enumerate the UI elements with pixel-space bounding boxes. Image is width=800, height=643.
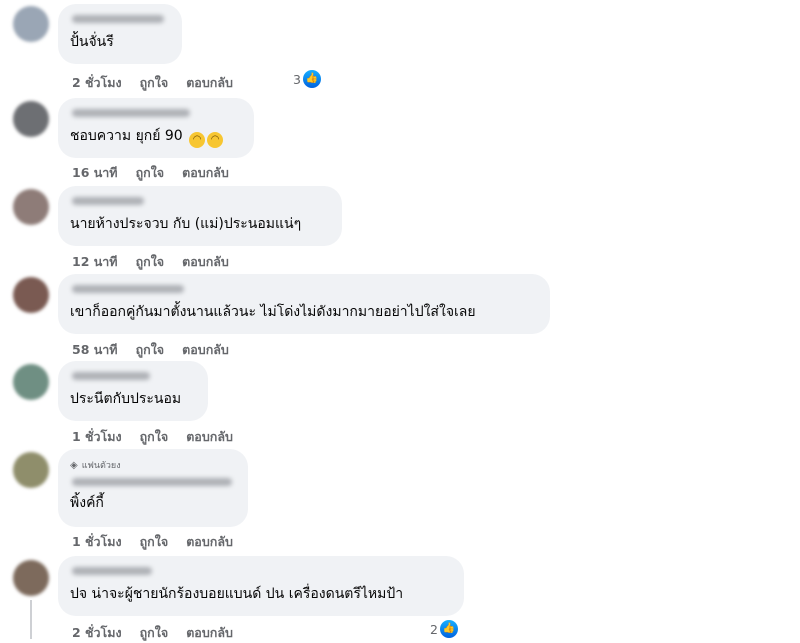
timestamp[interactable]: 2 ชั่วโมง	[72, 73, 122, 93]
avatar[interactable]	[13, 364, 49, 400]
comment-text: ชอบความ ยุกย์ 90 ◠ ◠	[70, 127, 242, 148]
reaction-count[interactable]: 3 👍	[293, 70, 321, 88]
comment-actions: 2 ชั่วโมง ถูกใจ ตอบกลับ	[72, 623, 251, 643]
comment-text: นายห้างประจวบ กับ (แม่)ประนอมแน่ๆ	[70, 216, 302, 232]
reply-button[interactable]: ตอบกลับ	[182, 252, 229, 272]
comment-bubble: ประนีตกับประนอม	[58, 361, 208, 421]
reply-button[interactable]: ตอบกลับ	[186, 532, 233, 552]
timestamp[interactable]: 1 ชั่วโมง	[72, 532, 122, 552]
timestamp[interactable]: 16 นาที	[72, 163, 118, 183]
like-button[interactable]: ถูกใจ	[140, 532, 169, 552]
comment-text: ปจ น่าจะผู้ชายนักร้องบอยแบนด์ ปน เครื่อง…	[70, 586, 404, 602]
comment-bubble: เขาก็ออกคู่กันมาตั้งนานแล้วนะ ไม่โด่งไม่…	[58, 274, 550, 334]
reply-button[interactable]: ตอบกลับ	[186, 427, 233, 447]
top-fan-badge: ◈ แฟนตัวยง	[70, 458, 236, 472]
comment-actions: 58 นาที ถูกใจ ตอบกลับ	[72, 340, 247, 360]
thumbs-up-icon: 👍	[439, 620, 458, 638]
reply-button[interactable]: ตอบกลับ	[186, 623, 233, 643]
grin-sweat-emoji-icon: ◠	[207, 132, 224, 148]
comment-actions: 1 ชั่วโมง ถูกใจ ตอบกลับ	[72, 532, 251, 552]
like-button[interactable]: ถูกใจ	[136, 340, 165, 360]
thumbs-up-icon: 👍	[302, 70, 321, 88]
avatar[interactable]	[13, 277, 49, 313]
avatar[interactable]	[13, 6, 49, 42]
author-name-blurred[interactable]	[72, 372, 150, 380]
grin-sweat-emoji-icon: ◠	[189, 132, 206, 148]
reaction-number: 3	[293, 71, 301, 87]
author-name-blurred[interactable]	[72, 478, 232, 486]
reaction-count[interactable]: 2 👍	[430, 620, 458, 638]
avatar[interactable]	[13, 101, 49, 137]
comment-bubble: ปั้นจั่นรี	[58, 4, 182, 64]
like-button[interactable]: ถูกใจ	[140, 623, 169, 643]
timestamp[interactable]: 58 นาที	[72, 340, 118, 360]
comment-actions: 16 นาที ถูกใจ ตอบกลับ	[72, 163, 247, 183]
comment-bubble: ◈ แฟนตัวยง พิ้งค์กี้	[58, 449, 248, 527]
comment-bubble: ปจ น่าจะผู้ชายนักร้องบอยแบนด์ ปน เครื่อง…	[58, 556, 464, 616]
timestamp[interactable]: 2 ชั่วโมง	[72, 623, 122, 643]
author-name-blurred[interactable]	[72, 567, 152, 575]
badge-label: แฟนตัวยง	[81, 461, 121, 471]
avatar[interactable]	[13, 189, 49, 225]
timestamp[interactable]: 12 นาที	[72, 252, 118, 272]
like-button[interactable]: ถูกใจ	[140, 427, 169, 447]
author-name-blurred[interactable]	[72, 285, 184, 293]
comment-bubble: ชอบความ ยุกย์ 90 ◠ ◠	[58, 98, 254, 158]
comment-text: ปั้นจั่นรี	[70, 34, 114, 50]
comment-bubble: นายห้างประจวบ กับ (แม่)ประนอมแน่ๆ	[58, 186, 342, 246]
like-button[interactable]: ถูกใจ	[140, 73, 169, 93]
comment-actions: 1 ชั่วโมง ถูกใจ ตอบกลับ	[72, 427, 251, 447]
reply-button[interactable]: ตอบกลับ	[186, 73, 233, 93]
thread-line	[30, 600, 32, 639]
timestamp[interactable]: 1 ชั่วโมง	[72, 427, 122, 447]
reply-button[interactable]: ตอบกลับ	[182, 163, 229, 183]
comment-actions: 12 นาที ถูกใจ ตอบกลับ	[72, 252, 247, 272]
avatar[interactable]	[13, 452, 49, 488]
comment-text-content: ชอบความ ยุกย์ 90	[70, 128, 183, 144]
diamond-icon: ◈	[70, 459, 78, 471]
comment-actions: 2 ชั่วโมง ถูกใจ ตอบกลับ	[72, 73, 251, 93]
author-name-blurred[interactable]	[72, 197, 144, 205]
comment-text: ประนีตกับประนอม	[70, 391, 182, 407]
reaction-number: 2	[430, 621, 438, 637]
author-name-blurred[interactable]	[72, 109, 190, 117]
like-button[interactable]: ถูกใจ	[136, 252, 165, 272]
comment-text: เขาก็ออกคู่กันมาตั้งนานแล้วนะ ไม่โด่งไม่…	[70, 304, 476, 320]
author-name-blurred[interactable]	[72, 15, 164, 23]
reply-button[interactable]: ตอบกลับ	[182, 340, 229, 360]
like-button[interactable]: ถูกใจ	[136, 163, 165, 183]
avatar[interactable]	[13, 560, 49, 596]
comment-text: พิ้งค์กี้	[70, 495, 104, 511]
